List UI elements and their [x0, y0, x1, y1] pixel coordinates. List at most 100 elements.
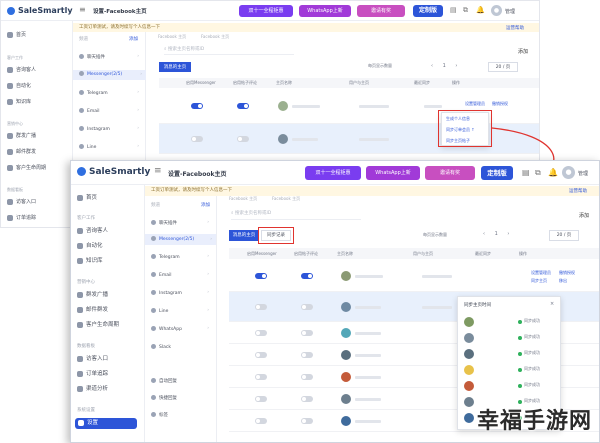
channel-item-line[interactable]: Line ›	[151, 308, 213, 314]
channel-item-telegram[interactable]: Telegram ›	[151, 254, 213, 260]
channels-add-link[interactable]: 添加	[201, 202, 210, 208]
sidebar-group-system: 系统设置	[77, 408, 95, 413]
page-avatar	[341, 394, 351, 404]
comments-toggle[interactable]	[301, 273, 313, 279]
table-row[interactable]: 设置管理员 撤销授权 同步主页 移出	[229, 260, 599, 292]
sidebar-item-orders[interactable]: 订单追踪	[77, 369, 108, 377]
page-avatar	[341, 350, 351, 360]
notice-text: 工资订单测试，请及时续写个人信息一下	[151, 188, 232, 193]
popup-row: 同步成功	[458, 347, 560, 361]
prev-page-button[interactable]: ‹	[483, 231, 485, 237]
col-user-page: 用户与主页	[413, 251, 433, 256]
messenger-toggle[interactable]	[255, 330, 267, 336]
menu-icon[interactable]: ≡	[154, 166, 162, 176]
bell-icon[interactable]: 🔔	[548, 168, 558, 177]
user-page-text	[422, 306, 452, 309]
comments-toggle[interactable]	[301, 396, 313, 402]
user-name[interactable]: 管理	[578, 170, 588, 177]
messenger-toggle[interactable]	[255, 374, 267, 380]
popup-row: 同步成功	[458, 363, 560, 377]
page-avatar	[341, 372, 351, 382]
messenger-toggle[interactable]	[255, 396, 267, 402]
comments-toggle[interactable]	[301, 352, 313, 358]
messenger-toggle[interactable]	[255, 418, 267, 424]
page-size-select[interactable]: 20 / 页	[549, 230, 579, 241]
channel-lower-autoreply[interactable]: 自动回复	[151, 378, 177, 384]
popup-row: 同步成功	[458, 331, 560, 345]
tab-back-0[interactable]: Facebook 主页	[229, 196, 257, 202]
add-button[interactable]: 添加	[579, 212, 589, 219]
row-action-revoke[interactable]: 撤销授权	[559, 270, 575, 276]
col-comments: 启用帖子评论	[294, 251, 318, 256]
channel-lower-quickreply[interactable]: 快捷回复	[151, 395, 177, 401]
sidebar-item-visitors[interactable]: 访客入口	[77, 354, 108, 362]
page-name-text	[355, 332, 381, 335]
popup-row: 同步成功	[458, 315, 560, 329]
page-name-text	[355, 376, 381, 379]
channel-lower-tags[interactable]: 标签	[151, 412, 168, 418]
help-link[interactable]: 运营帮助	[569, 188, 587, 194]
tab-back-1[interactable]: Facebook 主页	[272, 196, 300, 202]
custom-edition-button[interactable]: 定制版	[481, 166, 513, 180]
page-name-text	[355, 306, 381, 309]
sidebar-item-knowledge[interactable]: 知识库	[77, 256, 103, 264]
user-page-text	[422, 275, 452, 278]
promo-double-eleven[interactable]: 双十一全程钜惠	[305, 166, 361, 180]
popup-row: 同步成功	[458, 379, 560, 393]
page-name-text	[355, 398, 381, 401]
sidebar-group-data: 数据看板	[77, 344, 95, 349]
sidebar-item-broadcast[interactable]: 群发广播	[77, 290, 108, 298]
messenger-toggle[interactable]	[255, 304, 267, 310]
col-last-sync: 最近同步	[475, 251, 491, 256]
row-action-admin[interactable]: 设置管理员	[531, 270, 551, 276]
col-page-name: 主页名称	[337, 251, 353, 256]
row-action-remove[interactable]: 移出	[559, 278, 567, 284]
search-input[interactable]: ⌕ 搜索主页名称或ID	[231, 210, 361, 220]
tab-pages[interactable]: 消息的主页	[229, 230, 259, 241]
sidebar-item-channel-analysis[interactable]: 渠道分析	[77, 384, 108, 392]
sidebar-group-marketing: 营销中心	[77, 280, 95, 285]
external-link-icon[interactable]: ⧉	[535, 168, 541, 178]
doc-icon[interactable]: ▤	[522, 168, 530, 177]
promo-invite[interactable]: 邀请有奖	[425, 166, 475, 180]
comments-toggle[interactable]	[301, 374, 313, 380]
current-page[interactable]: 1	[495, 231, 498, 237]
channel-item-slack[interactable]: Slack	[151, 344, 213, 350]
pagination[interactable]: ‹ 1 ›	[483, 231, 509, 237]
comments-toggle[interactable]	[301, 330, 313, 336]
sidebar-item-home[interactable]: 首页	[77, 193, 97, 201]
channel-item-messenger[interactable]: Messenger(2/5) ›	[145, 234, 216, 245]
sidebar: 首页 客户工作 咨询客人 自动化 知识库 营销中心 群发广播 邮件群发 客户生命…	[71, 185, 145, 442]
page-avatar	[341, 302, 351, 312]
promo-whatsapp[interactable]: WhatsApp上新	[366, 166, 420, 180]
popup-close-icon[interactable]: ×	[550, 301, 554, 307]
channel-item-whatsapp[interactable]: WhatsApp ›	[151, 326, 213, 332]
channel-item-instagram[interactable]: Instagram ›	[151, 290, 213, 296]
channel-item-widget[interactable]: 聊天插件 ›	[151, 220, 213, 226]
col-actions: 操作	[519, 251, 527, 256]
channel-panel: 频道 添加 聊天插件 › Messenger(2/5) › Telegram › Em…	[145, 196, 217, 442]
page-name-text	[355, 420, 381, 423]
messenger-toggle[interactable]	[255, 273, 267, 279]
row-action-sync[interactable]: 同步主页	[531, 278, 547, 284]
sidebar-item-lifecycle[interactable]: 客户生命周期	[77, 320, 119, 328]
page-avatar	[341, 271, 351, 281]
next-page-button[interactable]: ›	[507, 231, 509, 237]
messenger-toggle[interactable]	[255, 352, 267, 358]
brand-name: SaleSmartly	[89, 167, 151, 177]
front-window: SaleSmartly ≡ 设置-Facebook主页 双十一全程钜惠 What…	[70, 160, 600, 443]
channels-header: 频道	[151, 203, 160, 208]
comments-toggle[interactable]	[301, 304, 313, 310]
popup-title: 同步主页时间	[464, 303, 491, 308]
sidebar-item-automation[interactable]: 自动化	[77, 241, 103, 249]
brand-logo[interactable]: SaleSmartly	[77, 167, 150, 177]
col-messenger: 启用Messenger	[247, 251, 277, 256]
sidebar-item-chat[interactable]: 咨询客人	[77, 226, 108, 234]
avatar[interactable]: ●	[562, 166, 575, 179]
channel-item-email[interactable]: Email ›	[151, 272, 213, 278]
sidebar-item-settings[interactable]: 设置	[75, 418, 137, 429]
page-title: 设置-Facebook主页	[168, 171, 227, 178]
page-avatar	[341, 416, 351, 426]
comments-toggle[interactable]	[301, 418, 313, 424]
sidebar-item-email[interactable]: 邮件群发	[77, 305, 108, 313]
